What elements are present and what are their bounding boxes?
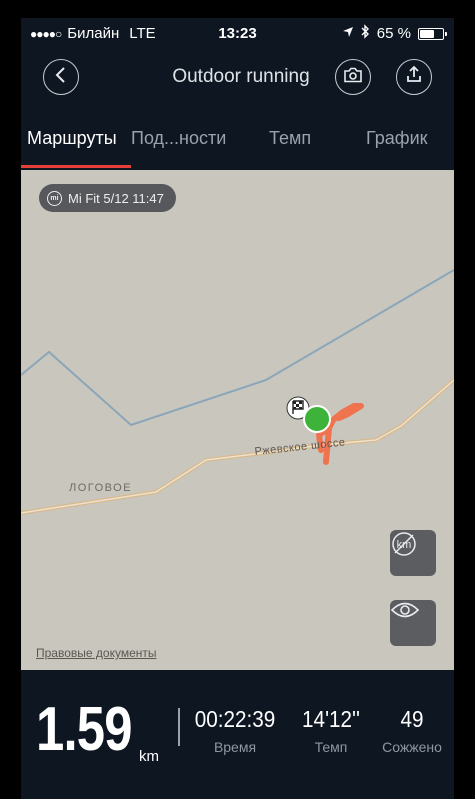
page-title: Outdoor running — [172, 66, 310, 87]
back-button[interactable] — [43, 59, 79, 95]
calories-stat: 49 Сожжено — [373, 706, 451, 755]
tab-details[interactable]: Под...ности — [131, 128, 226, 149]
source-label: Mi Fit 5/12 11:47 — [68, 190, 164, 206]
distance-value: 1.59 — [36, 695, 132, 764]
pace-stat: 14'12'' Темп — [291, 706, 371, 755]
location-arrow-icon — [342, 25, 354, 42]
tab-routes[interactable]: Маршруты — [27, 128, 117, 149]
source-chip: mi Mi Fit 5/12 11:47 — [39, 184, 176, 212]
duration-stat: 00:22:39 Время — [187, 706, 283, 755]
map-place-label: ЛОГОВОЕ — [69, 482, 133, 494]
start-marker — [303, 405, 331, 433]
duration-label: Время — [213, 739, 257, 755]
calories-label: Сожжено — [382, 739, 442, 755]
pace-value: 14'12'' — [302, 706, 360, 732]
distance-unit: km — [139, 748, 159, 765]
status-bar: ●●●●○ Билайн LTE 13:23 65 % — [21, 18, 454, 48]
stats-divider — [178, 708, 180, 746]
nav-header: Outdoor running — [21, 56, 454, 100]
tab-pace[interactable]: Темп — [269, 128, 311, 149]
battery-icon — [418, 27, 447, 40]
legal-documents-link[interactable]: Правовые документы — [36, 646, 157, 660]
camera-button[interactable] — [335, 59, 371, 95]
river-line — [21, 269, 454, 427]
duration-value: 00:22:39 — [194, 706, 276, 732]
bluetooth-icon — [361, 24, 370, 43]
chevron-left-icon — [54, 66, 68, 88]
route-map[interactable]: mi Mi Fit 5/12 11:47 ЛОГОВОЕ Ржевское шо… — [21, 170, 454, 670]
share-button[interactable] — [396, 59, 432, 95]
app-screen: ●●●●○ Билайн LTE 13:23 65 % Outdoor runn… — [21, 18, 454, 799]
view-toggle-button[interactable] — [390, 600, 436, 646]
active-tab-indicator — [21, 165, 131, 168]
tab-chart[interactable]: График — [366, 128, 428, 149]
battery-percent: 65 % — [376, 25, 411, 42]
calories-value: 49 — [400, 706, 424, 732]
camera-icon — [343, 67, 363, 88]
workout-stats: 1.59 km 00:22:39 Время 14'12'' Темп 49 С… — [21, 670, 454, 799]
km-markers-toggle-button[interactable]: km — [390, 530, 436, 576]
upload-icon — [404, 65, 424, 90]
pace-label: Темп — [314, 739, 348, 755]
mi-fit-icon: mi — [47, 190, 62, 206]
